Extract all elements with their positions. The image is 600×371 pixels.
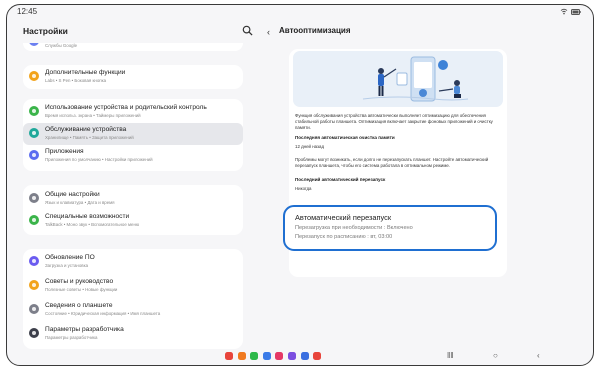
- last-restart-label: Последний автоматический перезапуск: [295, 177, 386, 182]
- settings-item-title: Приложения: [45, 148, 84, 155]
- settings-item-title: Использование устройства и родительский …: [45, 104, 207, 111]
- app-5-icon[interactable]: [275, 352, 284, 360]
- back-icon[interactable]: ‹: [537, 352, 540, 360]
- settings-item-general-management[interactable]: Общие настройки Язык и клавиатура • Дата…: [23, 188, 243, 210]
- auto-restart-setting[interactable]: Автоматический перезапуск Перезагрузка п…: [283, 205, 497, 251]
- settings-item-subtitle: Хранилище • Память • Защита приложений: [45, 135, 134, 140]
- settings-item-developer-options[interactable]: Параметры разработчика Параметры разрабо…: [23, 323, 243, 345]
- settings-item-apps[interactable]: Приложения Приложения по умолчанию • Нас…: [23, 145, 243, 167]
- description-text: Функция обслуживания устройства автомати…: [295, 113, 493, 131]
- app-8-icon[interactable]: [313, 352, 322, 360]
- status-time: 12:45: [17, 7, 38, 16]
- settings-item-title: Советы и руководство: [45, 278, 114, 285]
- maintenance-illustration: [362, 56, 469, 102]
- auto-restart-when-needed: Перезагрузка при необходимости : Включен…: [295, 225, 413, 231]
- last-clean-label: Последняя автоматическая очистка памяти: [295, 135, 395, 140]
- settings-item-subtitle: Полезные советы • Новые функции: [45, 287, 118, 292]
- wifi-icon: [560, 8, 568, 15]
- last-clean-value: 12 дней назад: [295, 144, 325, 149]
- app-dock: [225, 352, 322, 360]
- about-tablet-icon: [29, 304, 39, 314]
- settings-item-subtitle: Язык и клавиатура • Дата и время: [45, 200, 115, 205]
- settings-item-subtitle: Время использ. экрана • Таймеры приложен…: [45, 113, 141, 118]
- settings-group: Обновление ПО Загрузка и установка Совет…: [23, 249, 243, 349]
- tips-icon: [29, 280, 39, 290]
- settings-item-advanced-features[interactable]: Дополнительные функции Labs • S Pen • Бо…: [23, 66, 243, 88]
- settings-item-subtitle: Приложения по умолчанию • Настройки прил…: [45, 157, 153, 162]
- settings-item-device-care[interactable]: Обслуживание устройства Хранилище • Памя…: [23, 123, 243, 145]
- app-6-icon[interactable]: [287, 352, 296, 360]
- system-icons: [560, 8, 581, 15]
- device-care-icon: [29, 128, 39, 138]
- app-4-icon[interactable]: [262, 352, 271, 360]
- illustration: [293, 51, 503, 107]
- app-7-icon[interactable]: [300, 352, 309, 360]
- settings-item-accessibility[interactable]: Специальные возможности TalkBack • Моно …: [23, 210, 243, 232]
- advanced-features-icon: [29, 71, 39, 81]
- settings-item-tips[interactable]: Советы и руководство Полезные советы • Н…: [23, 275, 243, 297]
- settings-item-title: Специальные возможности: [45, 213, 130, 220]
- software-update-icon: [29, 256, 39, 266]
- settings-header: Настройки: [7, 19, 259, 43]
- settings-item-title: Обслуживание устройства: [45, 126, 127, 133]
- developer-options-icon: [29, 328, 39, 338]
- home-icon[interactable]: ○: [493, 352, 498, 360]
- auto-restart-title: Автоматический перезапуск: [295, 213, 392, 222]
- settings-pane: Настройки Службы Google Дополнительные ф…: [7, 19, 259, 349]
- accessibility-icon: [29, 215, 39, 225]
- settings-item-google[interactable]: Службы Google: [23, 43, 243, 51]
- apps-icon: [29, 150, 39, 160]
- settings-item-subtitle: Labs • S Pen • Боковая кнопка: [45, 78, 107, 83]
- auto-restart-schedule: Перезапуск по расписанию : вт, 03:00: [295, 234, 393, 240]
- settings-item-title: Сведения о планшете: [45, 302, 113, 309]
- app-3-icon[interactable]: [250, 352, 259, 360]
- page-title: Настройки: [23, 26, 68, 36]
- last-restart-value: Никогда: [295, 186, 312, 191]
- digital-wellbeing-icon: [29, 106, 39, 116]
- search-icon[interactable]: [242, 25, 253, 36]
- settings-group: Службы Google: [23, 43, 243, 51]
- settings-item-subtitle: Состояние • Юридическая информация • Имя…: [45, 311, 161, 316]
- page-title: Автооптимизация: [279, 26, 351, 35]
- settings-item-title: Параметры разработчика: [45, 326, 124, 333]
- settings-item-subtitle: Параметры разработчика: [45, 335, 98, 340]
- settings-item-digital-wellbeing[interactable]: Использование устройства и родительский …: [23, 101, 243, 123]
- navigation-bar: ‖‖ ○ ‹: [7, 349, 593, 365]
- general-management-icon: [29, 193, 39, 203]
- app-1-icon[interactable]: [225, 352, 233, 360]
- settings-item-title: Общие настройки: [45, 191, 100, 198]
- status-bar: 12:45: [7, 5, 593, 19]
- settings-group: Дополнительные функции Labs • S Pen • Бо…: [23, 65, 243, 89]
- battery-icon: [571, 8, 581, 15]
- settings-group: Использование устройства и родительский …: [23, 99, 243, 171]
- back-arrow-icon[interactable]: ‹: [267, 27, 270, 37]
- settings-group: Общие настройки Язык и клавиатура • Дата…: [23, 185, 243, 235]
- google-icon: [29, 43, 39, 46]
- restart-note: Проблемы могут возникать, если долго не …: [295, 157, 489, 169]
- settings-item-software-update[interactable]: Обновление ПО Загрузка и установка: [23, 251, 243, 273]
- settings-item-title: Дополнительные функции: [45, 69, 126, 76]
- auto-optimization-pane: ‹ Автооптимизация Функция обслуживания у…: [263, 19, 593, 349]
- settings-item-subtitle: Службы Google: [45, 43, 78, 48]
- tablet-frame: 12:45 Настройки Службы Google Дополнител…: [6, 4, 594, 366]
- settings-item-subtitle: TalkBack • Моно звук • Вспомогательное м…: [45, 222, 140, 227]
- recent-apps-icon[interactable]: ‖‖: [447, 352, 454, 360]
- settings-item-about-tablet[interactable]: Сведения о планшете Состояние • Юридичес…: [23, 299, 243, 321]
- app-2-icon[interactable]: [237, 352, 246, 360]
- settings-item-subtitle: Загрузка и установка: [45, 263, 89, 268]
- settings-item-title: Обновление ПО: [45, 254, 95, 261]
